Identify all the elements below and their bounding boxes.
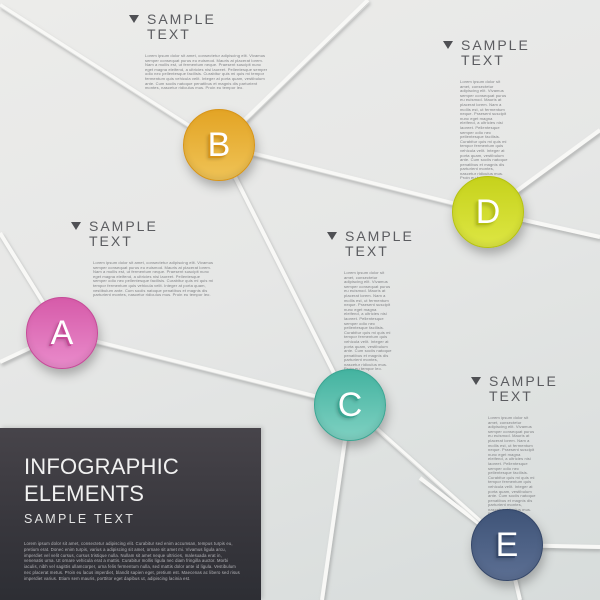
node-letter: B <box>207 125 231 164</box>
panel-subtitle: SAMPLE TEXT <box>24 512 136 526</box>
panel-title-line1: INFOGRAPHIC <box>24 454 179 479</box>
block-body: Lorem ipsum dolor sit amet, consectetur … <box>460 79 508 181</box>
panel-body: Lorem ipsum dolor sit amet, consectetur … <box>24 541 240 581</box>
text-block-center: SAMPLE TEXT Lorem ipsum dolor sit amet, … <box>327 229 435 372</box>
text-block-upper-right: SAMPLE TEXT Lorem ipsum dolor sit amet, … <box>443 38 551 181</box>
triangle-down-icon <box>443 41 453 49</box>
infographic-canvas: SAMPLE TEXT Lorem ipsum dolor sit amet, … <box>0 0 600 600</box>
triangle-down-icon <box>471 377 481 385</box>
text-block-lower-right: SAMPLE TEXT Lorem ipsum dolor sit amet, … <box>471 374 579 517</box>
panel-title-line2: ELEMENTS <box>24 481 145 506</box>
node-letter: C <box>337 385 363 424</box>
block-body: Lorem ipsum dolor sit amet, consectetur … <box>145 53 268 91</box>
triangle-down-icon <box>129 15 139 23</box>
block-title: SAMPLE TEXT <box>461 37 530 68</box>
node-letter: D <box>475 192 501 231</box>
block-body: Lorem ipsum dolor sit amet, consectetur … <box>344 270 392 372</box>
block-title: SAMPLE TEXT <box>89 218 158 249</box>
triangle-down-icon <box>71 222 81 230</box>
node-e[interactable]: E <box>471 509 543 581</box>
block-title: SAMPLE TEXT <box>147 11 216 42</box>
text-block-middle-left: SAMPLE TEXT Lorem ipsum dolor sit amet, … <box>71 219 215 298</box>
node-c[interactable]: C <box>314 369 386 441</box>
node-d[interactable]: D <box>452 176 524 248</box>
panel-title: INFOGRAPHIC ELEMENTS <box>24 453 179 507</box>
block-body: Lorem ipsum dolor sit amet, consectetur … <box>93 260 214 298</box>
connector-a-c <box>61 331 351 407</box>
triangle-down-icon <box>327 232 337 240</box>
node-letter: A <box>50 313 74 352</box>
node-b[interactable]: B <box>183 109 255 181</box>
node-letter: E <box>495 525 519 564</box>
title-panel: INFOGRAPHIC ELEMENTS SAMPLE TEXT Lorem i… <box>0 428 261 600</box>
block-body: Lorem ipsum dolor sit amet, consectetur … <box>488 415 536 516</box>
block-title: SAMPLE TEXT <box>345 228 414 259</box>
text-block-top: SAMPLE TEXT Lorem ipsum dolor sit amet, … <box>129 12 269 91</box>
node-a[interactable]: A <box>26 297 98 369</box>
block-title: SAMPLE TEXT <box>489 373 558 404</box>
